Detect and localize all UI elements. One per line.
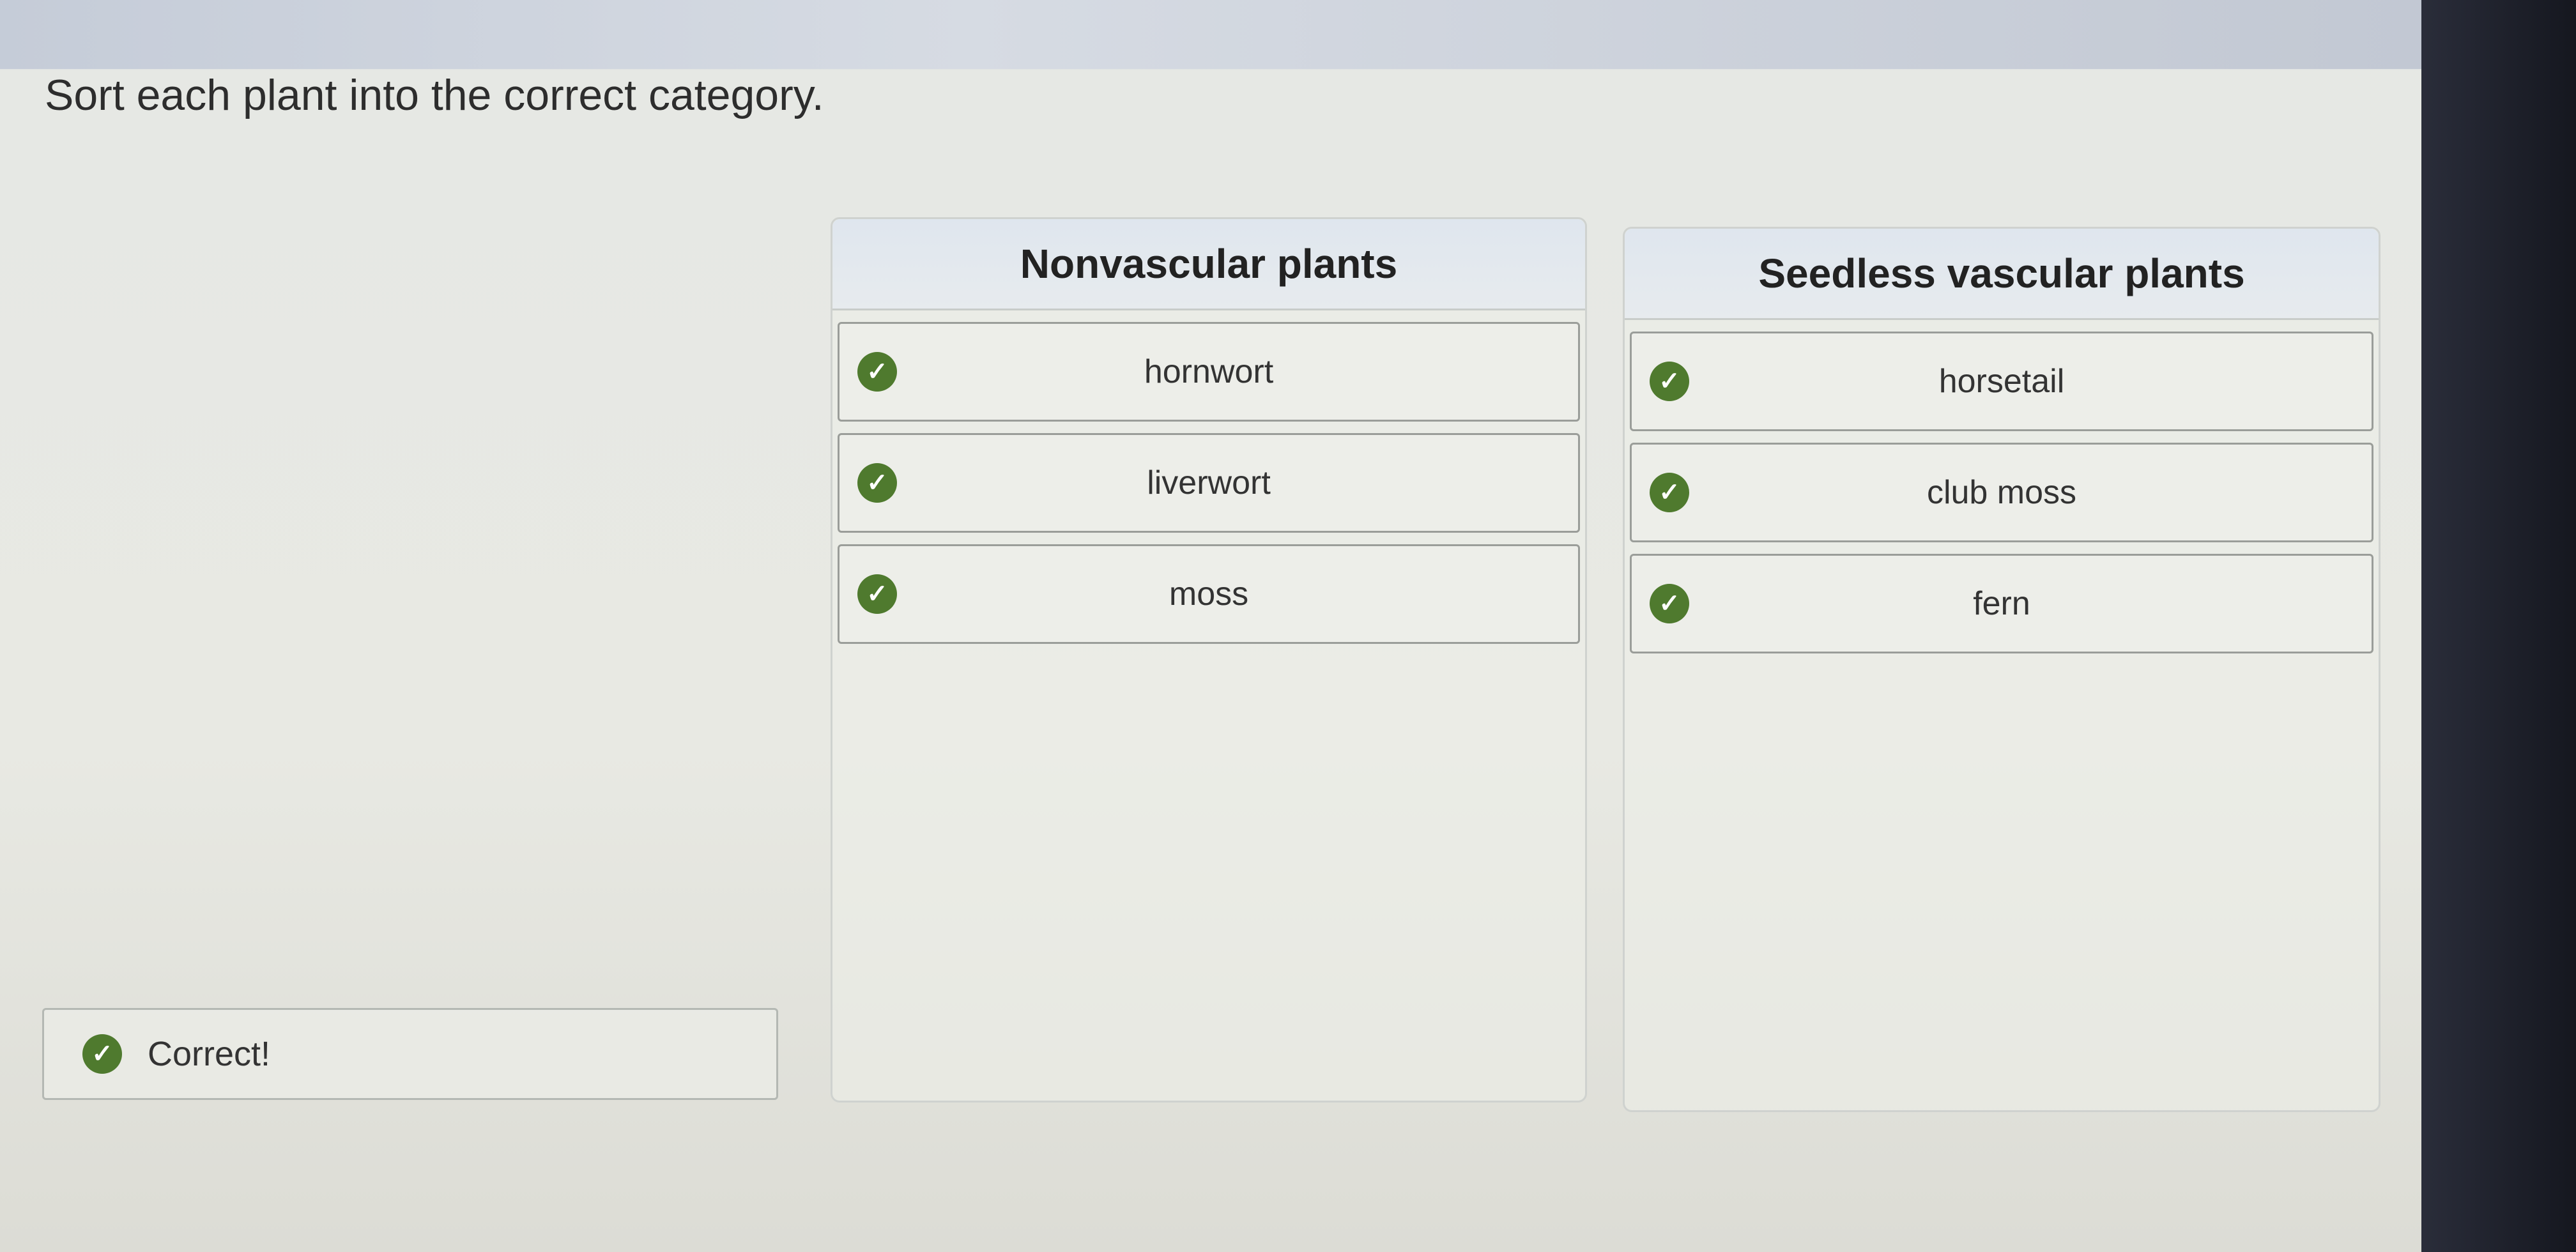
sorted-item[interactable]: ✓ club moss — [1630, 443, 2373, 542]
item-label: hornwort — [1144, 353, 1274, 390]
screen: Sort each plant into the correct categor… — [0, 0, 2421, 1252]
monitor-bezel — [2421, 0, 2576, 1252]
sorted-item[interactable]: ✓ fern — [1630, 554, 2373, 653]
item-label: club moss — [1926, 474, 2077, 511]
category-seedless-vascular[interactable]: Seedless vascular plants ✓ horsetail ✓ c… — [1623, 227, 2380, 1112]
category-nonvascular[interactable]: Nonvascular plants ✓ hornwort ✓ liverwor… — [831, 217, 1587, 1103]
sorted-item[interactable]: ✓ hornwort — [838, 322, 1580, 422]
check-circle-icon: ✓ — [857, 574, 897, 614]
sorted-item[interactable]: ✓ liverwort — [838, 433, 1580, 533]
question-prompt: Sort each plant into the correct categor… — [45, 71, 824, 119]
sorted-item[interactable]: ✓ moss — [838, 544, 1580, 644]
feedback-text: Correct! — [148, 1035, 271, 1073]
check-circle-icon: ✓ — [1650, 473, 1689, 512]
item-label: horsetail — [1938, 363, 2065, 400]
category-header: Nonvascular plants — [832, 219, 1585, 310]
check-circle-icon: ✓ — [1650, 584, 1689, 623]
check-circle-icon: ✓ — [857, 463, 897, 503]
check-circle-icon: ✓ — [857, 352, 897, 392]
category-header: Seedless vascular plants — [1625, 229, 2379, 320]
item-label: fern — [1973, 585, 2030, 622]
item-label: moss — [1169, 576, 1249, 613]
check-circle-icon: ✓ — [82, 1034, 122, 1074]
item-label: liverwort — [1147, 464, 1271, 501]
sorted-item[interactable]: ✓ horsetail — [1630, 332, 2373, 431]
feedback-box: ✓ Correct! — [42, 1008, 778, 1100]
check-circle-icon: ✓ — [1650, 362, 1689, 401]
